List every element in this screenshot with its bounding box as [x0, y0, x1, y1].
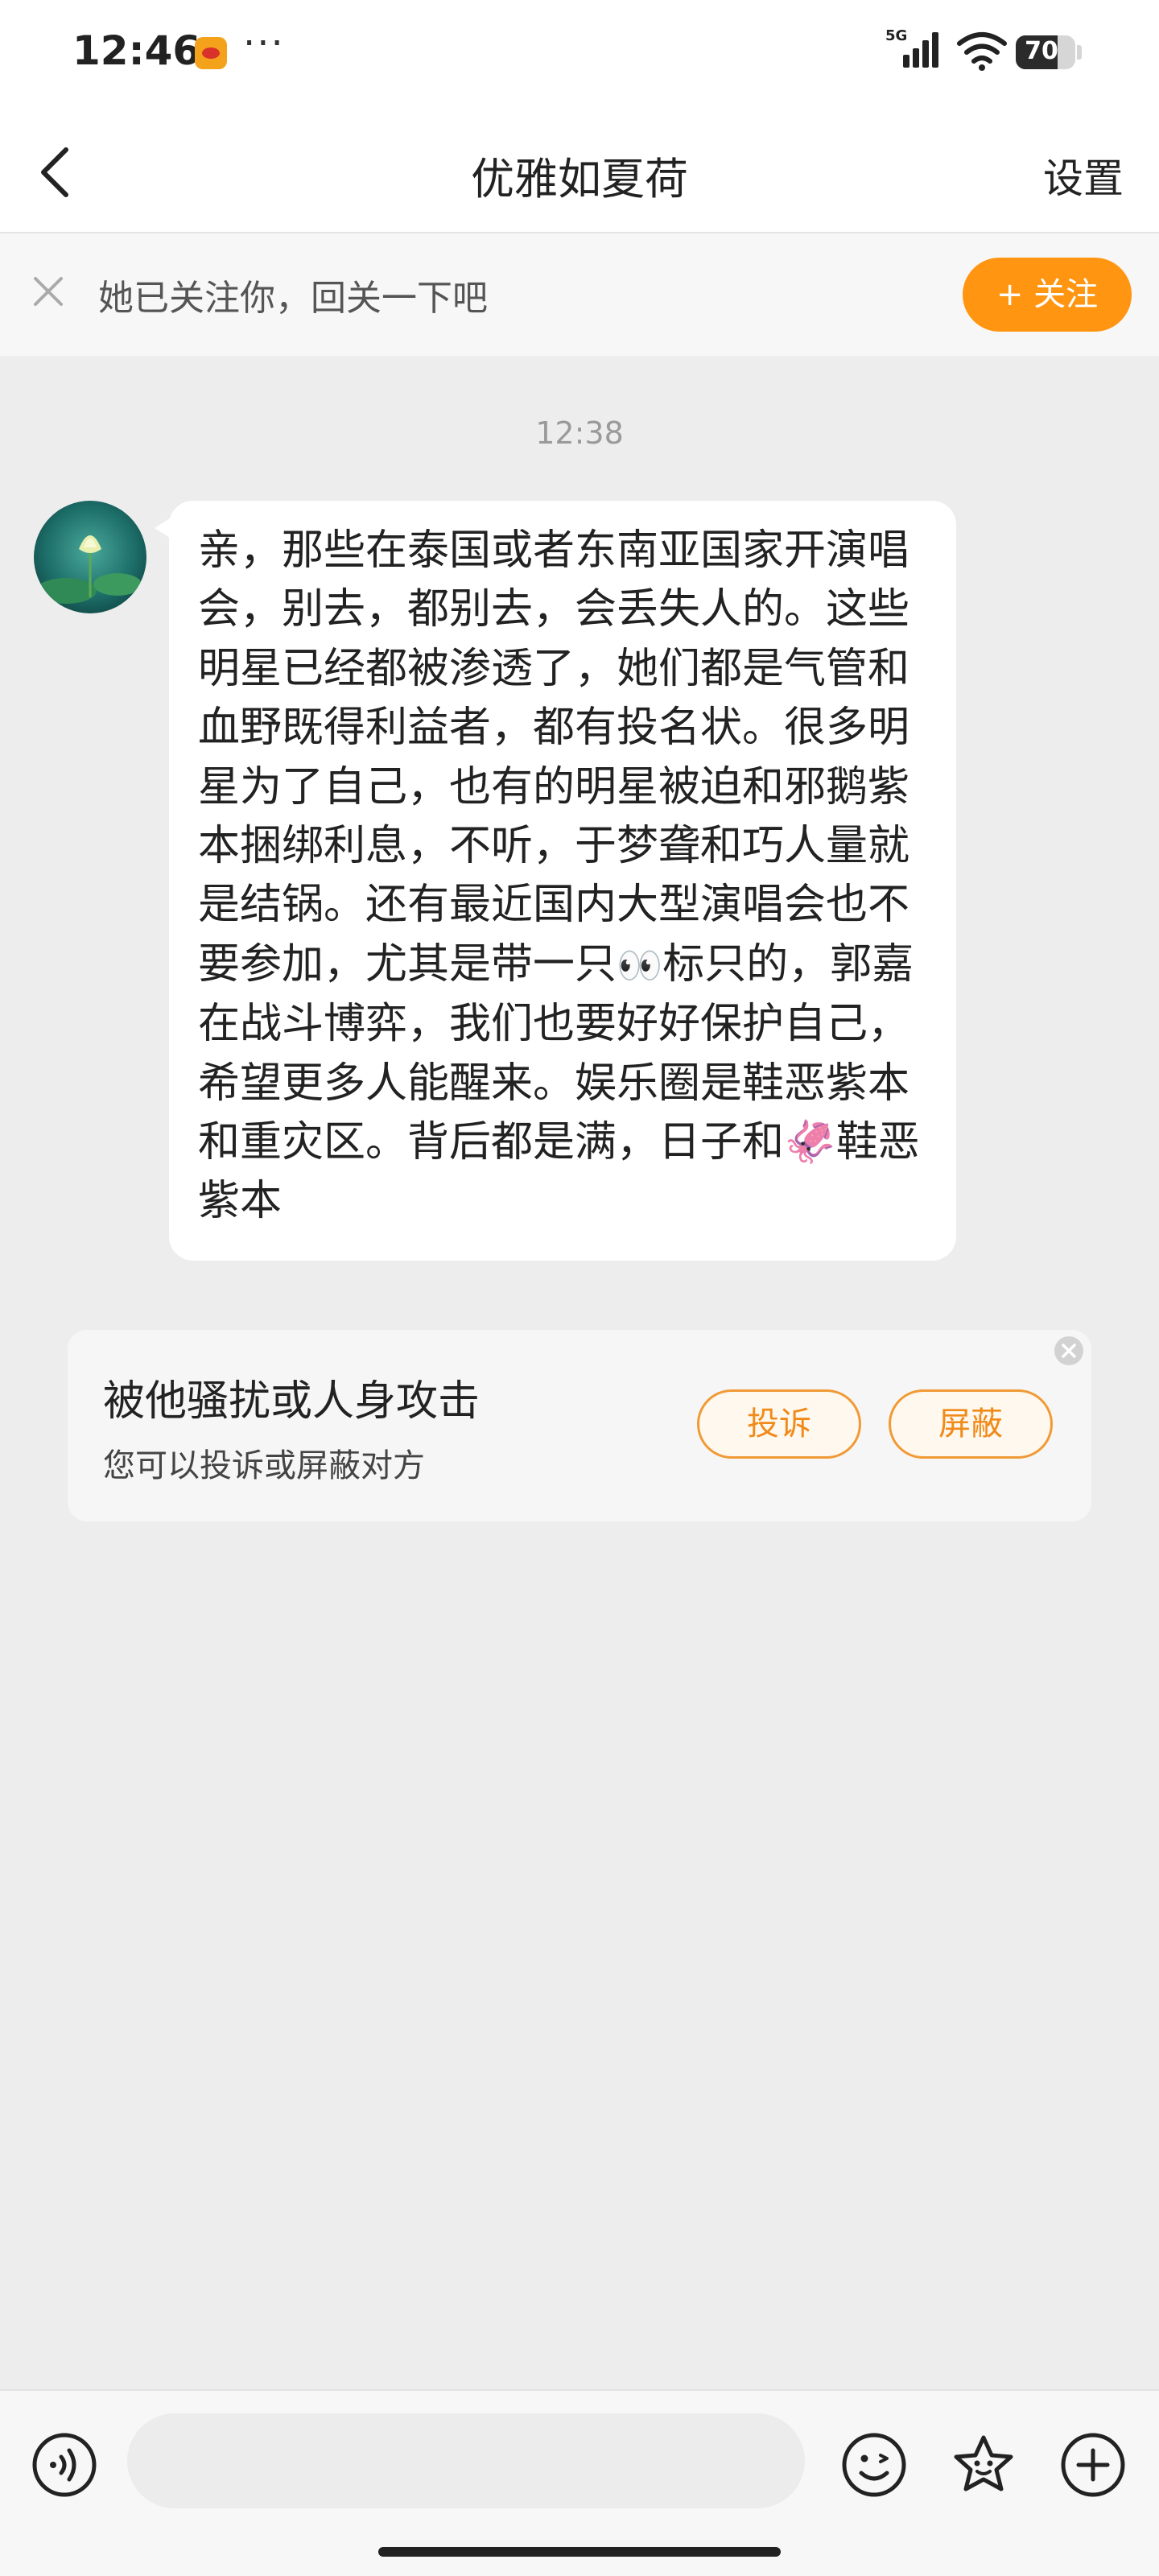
- message-text-part-1: 亲，那些在泰国或者东南亚国家开演唱会，别去，都别去，会丢失人的。这些明星已经都被…: [198, 526, 910, 989]
- report-card-heading: 被他骚扰或人身攻击: [103, 1377, 481, 1426]
- follow-back-button[interactable]: + 关注: [963, 258, 1132, 332]
- emoji-icon[interactable]: [840, 2431, 908, 2499]
- settings-button[interactable]: 设置: [1043, 147, 1124, 204]
- cellular-signal-icon: 5G: [885, 27, 938, 68]
- battery-icon: 70: [1016, 35, 1075, 69]
- follow-banner: 她已关注你，回关一下吧 + 关注: [0, 233, 1159, 356]
- sticker-icon[interactable]: [950, 2431, 1017, 2499]
- squid-emoji: 🦑: [784, 1118, 836, 1167]
- close-card-icon[interactable]: [1051, 1333, 1087, 1368]
- network-type-label: 5G: [885, 27, 907, 44]
- eyes-emoji: 👀: [617, 943, 663, 987]
- close-icon[interactable]: [31, 274, 66, 309]
- message-bubble[interactable]: 亲，那些在泰国或者东南亚国家开演唱会，别去，都别去，会丢失人的。这些明星已经都被…: [169, 501, 956, 1261]
- battery-cap: [1077, 45, 1082, 60]
- more-notifications-icon: ···: [243, 21, 285, 66]
- report-button[interactable]: 投诉: [697, 1389, 861, 1459]
- voice-icon[interactable]: [31, 2431, 98, 2499]
- report-card-subtext: 您可以投诉或屏蔽对方: [103, 1447, 425, 1484]
- top-area: 12:46 ··· 5G 70 优雅如夏荷 设置: [0, 0, 1159, 233]
- status-bar: 12:46 ··· 5G 70: [0, 0, 1159, 105]
- app-notification-icon: [195, 37, 227, 69]
- wifi-icon: [957, 32, 1007, 71]
- report-card: 被他骚扰或人身攻击 您可以投诉或屏蔽对方 投诉 屏蔽: [68, 1330, 1091, 1521]
- home-indicator[interactable]: [378, 2547, 781, 2557]
- nav-bar: 优雅如夏荷 设置: [0, 121, 1159, 233]
- message-text: 亲，那些在泰国或者东南亚国家开演唱会，别去，都别去，会丢失人的。这些明星已经都被…: [198, 522, 932, 1232]
- message-timestamp: 12:38: [535, 415, 624, 451]
- lotus-avatar-image: [34, 501, 146, 613]
- message-input[interactable]: [127, 2413, 805, 2508]
- follow-banner-message: 她已关注你，回关一下吧: [98, 278, 488, 319]
- block-button[interactable]: 屏蔽: [889, 1389, 1053, 1459]
- status-time: 12:46: [72, 27, 201, 74]
- battery-percent: 70: [1025, 37, 1058, 65]
- avatar[interactable]: [34, 501, 146, 613]
- plus-icon[interactable]: [1059, 2431, 1127, 2499]
- page-title: 优雅如夏荷: [471, 154, 688, 204]
